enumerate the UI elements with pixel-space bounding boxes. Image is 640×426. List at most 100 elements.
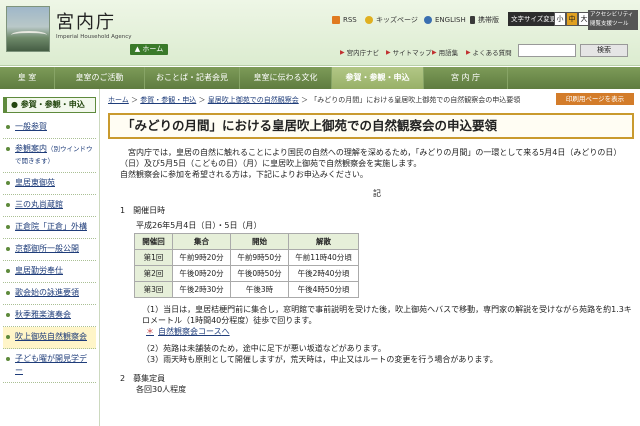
table-row: 第3回 午後2時30分 午後3時 午後4時50分頃 (134, 281, 359, 298)
imperial-palace-logo-image[interactable] (6, 6, 50, 52)
text-size-label: 文字サイズ変更 (508, 12, 560, 26)
sidebar-item-volunteer[interactable]: 皇居勤労奉仕 (3, 261, 96, 283)
kids-page-link[interactable]: キッズページ (365, 14, 418, 26)
sidebar-item-shosoin[interactable]: 正倉院「正倉」外構 (3, 217, 96, 239)
sidebar-item-sannomaru[interactable]: 三の丸尚蔵館 (3, 195, 96, 217)
breadcrumb-current: 「みどりの月間」における皇居吹上御苑での自然観察会の申込要領 (310, 96, 521, 104)
table-cell: 第2回 (134, 265, 173, 282)
sidebar-item-label[interactable]: 皇居東御苑 (15, 178, 55, 187)
rss-link[interactable]: RSS (332, 14, 357, 26)
gnav-item-speeches[interactable]: おことば・記者会見 (145, 67, 240, 89)
kids-label: キッズページ (376, 16, 418, 24)
table-row: 第1回 午前9時20分 午前9時50分 午前11時40分頃 (134, 249, 359, 266)
navi-label: 宮内庁ナビ (346, 49, 380, 57)
table-cell: 午後3時 (230, 281, 289, 298)
bullet-icon (6, 313, 10, 317)
breadcrumb-separator: ＞ (131, 96, 141, 104)
english-label: ENGLISH (435, 16, 466, 24)
sidebar-item-kids-day[interactable]: 子ども曜が開見学デー (3, 349, 96, 383)
sidebar-item-general-visit[interactable]: 一般参賀 (3, 117, 96, 139)
main-content: ホーム ＞ 参賀・参観・申込 ＞ 皇居吹上御苑での自然観察会 ＞ 「みどりの月間… (108, 89, 640, 426)
accessibility-button[interactable]: アクセシビリティ閲覧支援ツール (588, 10, 638, 30)
navi-link[interactable]: ▶ 宮内庁ナビ (340, 47, 380, 58)
sidebar-item-fukiage[interactable]: 吹上御苑自然観察会 (3, 327, 96, 349)
gnav-filler (508, 67, 640, 89)
site-subtitle: Imperial Household Agency (56, 34, 132, 40)
kids-icon (365, 16, 373, 24)
print-page-button[interactable]: 印刷用ページを表示 (556, 93, 634, 105)
faq-label: よくある質問 (472, 49, 512, 57)
gnav-item-visits[interactable]: 参賀・参観・申込 (332, 67, 424, 89)
sidebar-item-tour-guide[interactable]: 参観案内（別ウインドウで開きます） (3, 139, 96, 173)
bridge-illustration (11, 31, 47, 39)
breadcrumb-home[interactable]: ホーム (108, 96, 129, 104)
course-link[interactable]: ＊ 自然観察会コースへ (146, 326, 634, 337)
bullet-icon (6, 357, 10, 361)
section-2-title: 2 募集定員 (120, 374, 166, 383)
breadcrumb: ホーム ＞ 参賀・参観・申込 ＞ 皇居吹上御苑での自然観察会 ＞ 「みどりの月間… (108, 95, 520, 105)
bullet-icon (6, 181, 10, 185)
sidebar-item-kyoto-palace[interactable]: 京都御所一般公開 (3, 239, 96, 261)
table-cell: 午前9時50分 (230, 249, 289, 266)
text-size-small-button[interactable]: 小 (554, 12, 566, 26)
sidebar-item-label[interactable]: 正倉院「正倉」外構 (15, 222, 87, 231)
sidebar-item-label[interactable]: 歌会始の詠進要領 (15, 288, 79, 297)
table-header-cell: 開始 (230, 233, 289, 250)
intro-instruction: 自然観察会に参加を希望される方は，下記によりお申込みください。 (120, 170, 368, 179)
glossary-link[interactable]: ▶ 用語集 (432, 47, 458, 58)
sidebar-item-label[interactable]: 京都御所一般公開 (15, 244, 79, 253)
breadcrumb-visits[interactable]: 参賀・参観・申込 (140, 96, 196, 104)
sidebar-heading-label: 参賀・参観・申込 (20, 100, 85, 109)
sidebar-item-label[interactable]: 子ども曜が開見学デー (15, 354, 87, 375)
asterisk-icon: ＊ (146, 327, 154, 336)
table-cell: 午後4時50分頃 (288, 281, 359, 298)
sidebar-item-label[interactable]: 皇居勤労奉仕 (15, 266, 63, 275)
english-link[interactable]: ENGLISH (424, 14, 466, 26)
table-cell: 午前11時40分頃 (288, 249, 359, 266)
gnav-item-activities[interactable]: 皇室のご活動 (55, 67, 145, 89)
sidebar-item-gagaku[interactable]: 秋季雅楽演奏会 (3, 305, 96, 327)
sidebar-item-label[interactable]: 一般参賀 (15, 122, 47, 131)
schedule-table: 開催回 集合 開始 解散 第1回 午前9時20分 午前9時50分 午前11時40… (134, 233, 359, 298)
sitemap-link[interactable]: ▶ サイトマップ (386, 47, 432, 58)
sidebar-item-utakai[interactable]: 歌会始の詠進要領 (3, 283, 96, 305)
rss-label: RSS (343, 16, 357, 24)
gnav-item-imperial-family[interactable]: 皇 室 (0, 67, 55, 89)
table-header-cell: 解散 (288, 233, 359, 250)
sitemap-label: サイトマップ (392, 49, 432, 57)
home-label: ホーム (142, 45, 164, 53)
search-button[interactable]: 検索 (580, 44, 628, 57)
table-cell: 第3回 (134, 281, 173, 298)
course-link-label[interactable]: 自然観察会コース (158, 327, 222, 336)
table-cell: 第1回 (134, 249, 173, 266)
sidebar-item-east-gardens[interactable]: 皇居東御苑 (3, 173, 96, 195)
bullet-icon (6, 147, 10, 151)
mobile-link[interactable]: 携帯版 (470, 14, 499, 26)
breadcrumb-fukiage[interactable]: 皇居吹上御苑での自然観察会 (208, 96, 299, 104)
bullet-icon (6, 291, 10, 295)
capacity-text: 各回30人程度 (136, 385, 187, 394)
mobile-label: 携帯版 (478, 16, 499, 24)
gnav-item-agency[interactable]: 宮 内 庁 (424, 67, 508, 89)
course-link-suffix: へ (221, 327, 230, 336)
sidebar-item-label[interactable]: 吹上御苑自然観察会 (15, 332, 87, 341)
arrow-right-icon: ▶ (386, 48, 391, 56)
table-cell: 午後2時30分 (172, 281, 231, 298)
bullet-icon (6, 203, 10, 207)
text-size-medium-button[interactable]: 中 (566, 12, 578, 26)
sidebar-item-label[interactable]: 秋季雅楽演奏会 (15, 310, 71, 319)
faq-link[interactable]: ▶ よくある質問 (466, 47, 512, 58)
search-input[interactable] (518, 44, 576, 57)
site-title[interactable]: 宮内庁 (56, 8, 116, 34)
bullet-icon (6, 269, 10, 273)
breadcrumb-separator: ＞ (300, 96, 311, 104)
sidebar-item-label[interactable]: 三の丸尚蔵館 (15, 200, 63, 209)
arrow-right-icon: ▶ (432, 48, 437, 56)
home-button[interactable]: ▲ ホーム (130, 44, 168, 55)
event-date: 平成26年5月4日（日）・5日（月） (136, 221, 262, 230)
sidebar-item-label[interactable]: 参観案内 (15, 144, 47, 153)
sidebar-heading[interactable]: ● 参賀・参観・申込 (3, 97, 96, 113)
gnav-item-culture[interactable]: 皇室に伝わる文化 (240, 67, 332, 89)
arrow-right-icon: ▶ (466, 48, 471, 56)
globe-icon (424, 16, 432, 24)
